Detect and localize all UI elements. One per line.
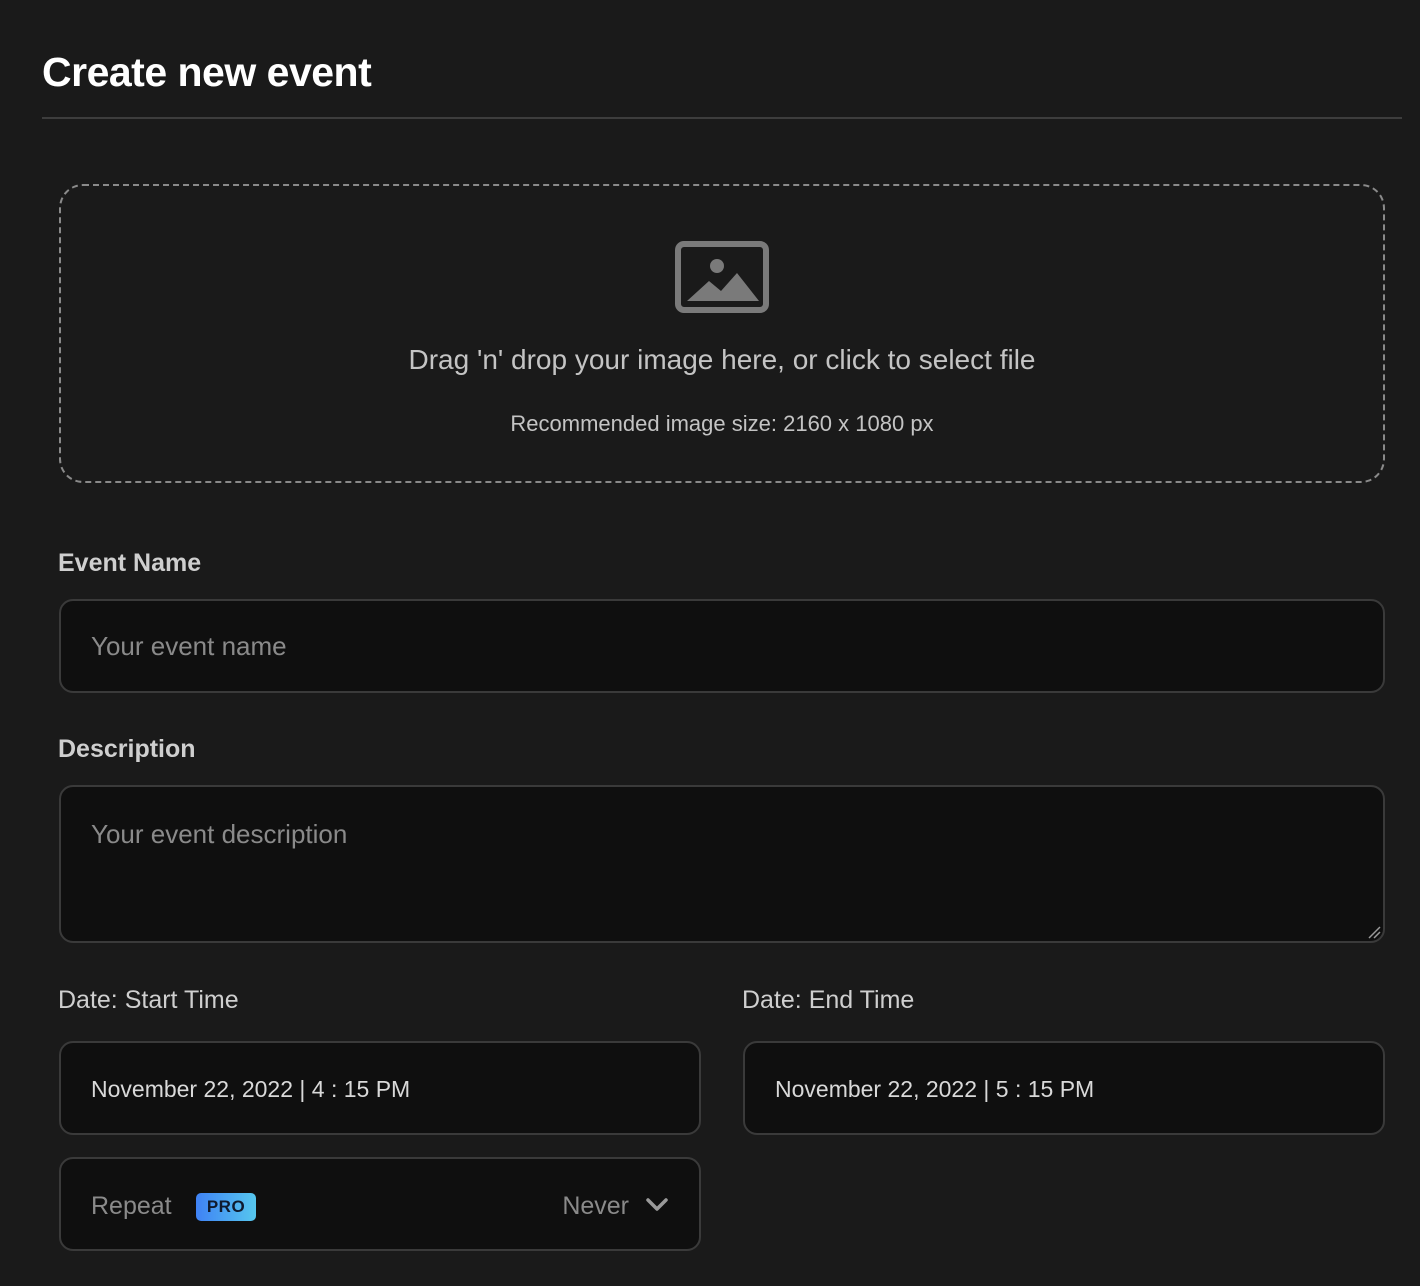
image-dropzone[interactable]: Drag 'n' drop your image here, or click …: [59, 184, 1385, 483]
event-name-label: Event Name: [58, 549, 202, 577]
page-title: Create new event: [42, 49, 372, 95]
dropzone-title: Drag 'n' drop your image here, or click …: [408, 344, 1036, 375]
create-event-page: Create new event Drag 'n' drop your imag…: [0, 0, 1420, 1286]
pro-badge: PRO: [196, 1193, 256, 1221]
image-icon: [675, 241, 769, 313]
description-textarea[interactable]: Your event description: [59, 785, 1385, 943]
start-time-picker[interactable]: November 22, 2022 | 4 : 15 PM: [59, 1041, 701, 1135]
resize-handle-icon[interactable]: [1367, 925, 1381, 939]
end-time-value: November 22, 2022 | 5 : 15 PM: [775, 1076, 1095, 1102]
start-time-value: November 22, 2022 | 4 : 15 PM: [91, 1076, 411, 1102]
description-label: Description: [58, 735, 196, 763]
dropzone-hint: Recommended image size: 2160 x 1080 px: [510, 411, 934, 436]
repeat-label: Repeat: [91, 1192, 172, 1220]
description-placeholder: Your event description: [91, 819, 348, 849]
repeat-select[interactable]: Repeat PRO Never: [59, 1157, 701, 1251]
event-name-placeholder: Your event name: [91, 631, 287, 661]
start-time-label: Date: Start Time: [58, 986, 239, 1014]
event-name-input[interactable]: Your event name: [59, 599, 1385, 693]
title-divider: [42, 117, 1402, 119]
chevron-down-icon[interactable]: [645, 1196, 669, 1214]
end-time-picker[interactable]: November 22, 2022 | 5 : 15 PM: [743, 1041, 1385, 1135]
end-time-label: Date: End Time: [742, 986, 915, 1014]
repeat-value: Never: [562, 1192, 629, 1220]
